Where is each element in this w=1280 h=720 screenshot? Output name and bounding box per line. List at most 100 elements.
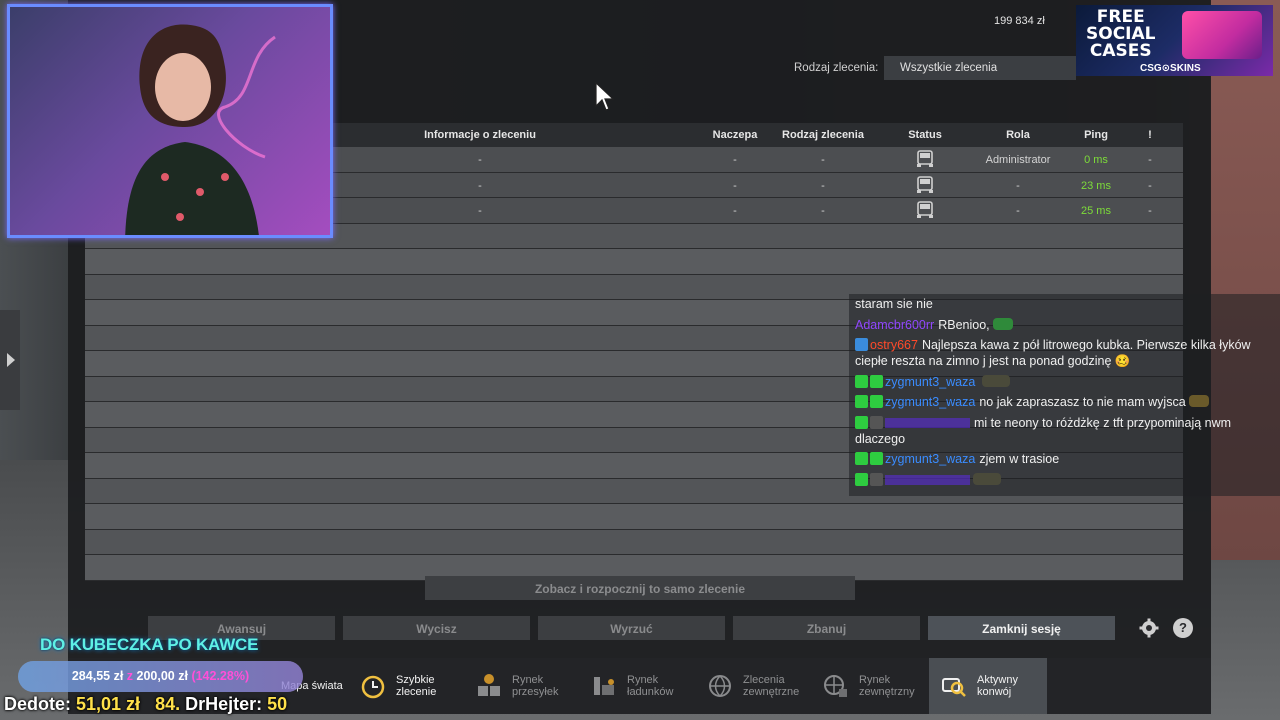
donation-ticker: Dedote: 51,01 zł 84. DrHejter: 50 xyxy=(4,694,287,715)
cell-trailer: - xyxy=(733,179,737,192)
chat-user: zygmunt3_waza xyxy=(885,452,976,466)
ticker-amount: 50 xyxy=(267,694,288,714)
donation-goal-bar: 284,55 zł z 200,00 zł (142.28%) xyxy=(18,661,303,692)
filter-label: Rodzaj zlecenia: xyxy=(794,62,879,74)
chat-user: ostry667 xyxy=(870,338,918,352)
sub-badge-icon xyxy=(855,415,868,429)
close-session-button[interactable]: Zamknij sesję xyxy=(928,616,1115,640)
boxes-icon xyxy=(478,674,500,696)
col-type[interactable]: Rodzaj zlecenia xyxy=(782,129,864,141)
emote-icon xyxy=(1188,395,1209,407)
sub-badge-icon xyxy=(870,452,883,465)
goal-text: 284,55 zł z 200,00 zł (142.28%) xyxy=(18,669,303,683)
mute-button[interactable]: Wycisz xyxy=(343,616,530,640)
chat-user-hidden xyxy=(885,475,970,486)
chat-user: zygmunt3_waza xyxy=(885,395,976,409)
frog-emote-icon xyxy=(992,317,1013,330)
chat-message: mi te neony to różdżkę z tft przypominaj… xyxy=(855,415,1274,447)
empty-table-row[interactable] xyxy=(85,249,1183,275)
clock-icon xyxy=(361,675,385,699)
sponsor-ad[interactable]: FREE SOCIAL CASES CSG⊙SKINS xyxy=(1076,5,1273,76)
sub-badge-icon xyxy=(855,395,868,408)
cell-flag: - xyxy=(1148,179,1152,192)
chat-user: Adamcbr600rr xyxy=(855,317,935,332)
nav-cargo-market[interactable]: Rynek ładunków xyxy=(591,658,682,714)
ad-title: FREE SOCIAL CASES xyxy=(1086,9,1156,60)
side-expand-handle[interactable] xyxy=(0,310,20,410)
truck-icon xyxy=(915,175,935,197)
order-type-select[interactable]: Wszystkie zlecenia xyxy=(884,56,1076,80)
sub-badge-icon xyxy=(870,374,883,388)
cell-type: - xyxy=(821,179,825,192)
goal-separator: z xyxy=(126,669,134,683)
ad-brand: CSG⊙SKINS xyxy=(1140,63,1201,74)
nav-label: Rynek przesyłek xyxy=(512,674,559,698)
cell-info: - xyxy=(478,154,482,166)
empty-table-row[interactable] xyxy=(85,504,1183,530)
chat-message: ostry667 Najlepsza kawa z pół litrowego k… xyxy=(855,337,1274,369)
cargo-icon xyxy=(594,677,614,695)
ad-title-line3: CASES xyxy=(1089,41,1152,61)
col-flag[interactable]: ! xyxy=(1148,129,1152,141)
help-button[interactable]: ? xyxy=(1173,618,1193,638)
chat-message: staram sie nie xyxy=(855,296,1274,312)
globe-icon xyxy=(709,675,731,697)
empty-table-row[interactable] xyxy=(85,529,1183,555)
nav-label: Aktywny konwój xyxy=(977,674,1018,698)
col-status[interactable]: Status xyxy=(908,129,942,141)
chat-message: zygmunt3_waza xyxy=(855,374,1274,390)
ticker-donor: DrHejter: xyxy=(185,694,263,714)
settings-button[interactable] xyxy=(1139,618,1159,638)
case-box-image xyxy=(1182,11,1262,59)
donation-goal-title: DO KUBECZKA PO KAWCE xyxy=(40,635,259,654)
chat-message: zygmunt3_waza zjem w trasioe xyxy=(855,451,1274,467)
nav-active-convoy[interactable]: Aktywny konwój xyxy=(929,658,1047,714)
chat-user: zygmunt3_waza xyxy=(885,374,976,389)
nav-label: Rynek zewnętrzny xyxy=(859,674,915,698)
nav-label: Rynek ładunków xyxy=(627,674,674,698)
cell-flag: - xyxy=(1148,154,1152,166)
ticker-rank: 84. xyxy=(155,694,181,714)
emote-icon xyxy=(982,374,1011,387)
nav-external-market[interactable]: Rynek zewnętrzny xyxy=(823,658,924,714)
cell-type: - xyxy=(821,205,825,217)
nav-label: Szybkie zlecenie xyxy=(396,674,437,698)
cell-type: - xyxy=(821,154,825,166)
sub-badge-icon xyxy=(855,472,868,486)
col-role[interactable]: Rola xyxy=(1006,129,1030,141)
cell-info: - xyxy=(478,179,482,192)
goal-percent: (142.28%) xyxy=(191,669,250,683)
chat-message xyxy=(855,472,1274,488)
chat-user-hidden xyxy=(885,418,970,429)
col-info[interactable]: Informacje o zleceniu xyxy=(424,129,536,141)
nav-freight-market[interactable]: Rynek przesyłek xyxy=(476,658,567,714)
webcam-overlay xyxy=(7,4,333,238)
badge-icon xyxy=(870,472,883,486)
repeat-order-button[interactable]: Zobacz i rozpocznij to samo zlecenie xyxy=(425,576,855,600)
kick-button[interactable]: Wyrzuć xyxy=(538,616,725,640)
stream-chat: staram sie nie Adamcbr600rr RBenioo, ostr… xyxy=(849,294,1280,496)
badge-icon xyxy=(870,415,883,429)
cell-info: - xyxy=(478,205,482,217)
col-ping[interactable]: Ping xyxy=(1084,129,1108,141)
nav-external-jobs[interactable]: Zlecenia zewnętrzne xyxy=(707,658,808,714)
chat-message: Adamcbr600rr RBenioo, xyxy=(855,317,1274,333)
truck-icon xyxy=(915,201,935,222)
cell-ping: 0 ms xyxy=(1084,154,1108,166)
emote-icon xyxy=(973,472,1001,485)
chat-text: zjem w trasioe xyxy=(979,452,1060,466)
goal-current: 284,55 zł xyxy=(71,669,124,683)
chat-message: zygmunt3_waza no jak zapraszasz to nie ma… xyxy=(855,394,1274,410)
money-balance: 199 834 zł xyxy=(994,15,1045,27)
cell-flag: - xyxy=(1148,205,1152,217)
nav-quick-job[interactable]: Szybkie zlecenie xyxy=(360,658,446,714)
prime-badge-icon xyxy=(855,338,868,351)
streamer-image xyxy=(125,24,276,235)
ban-button[interactable]: Zbanuj xyxy=(733,616,920,640)
goal-target: 200,00 zł xyxy=(136,669,188,683)
chat-text: no jak zapraszasz to nie mam wyjsca xyxy=(979,395,1186,409)
sub-badge-icon xyxy=(870,395,883,408)
col-trailer[interactable]: Naczepa xyxy=(713,129,758,141)
ticker-donor: Dedote: xyxy=(4,694,71,714)
sub-badge-icon xyxy=(855,374,868,388)
